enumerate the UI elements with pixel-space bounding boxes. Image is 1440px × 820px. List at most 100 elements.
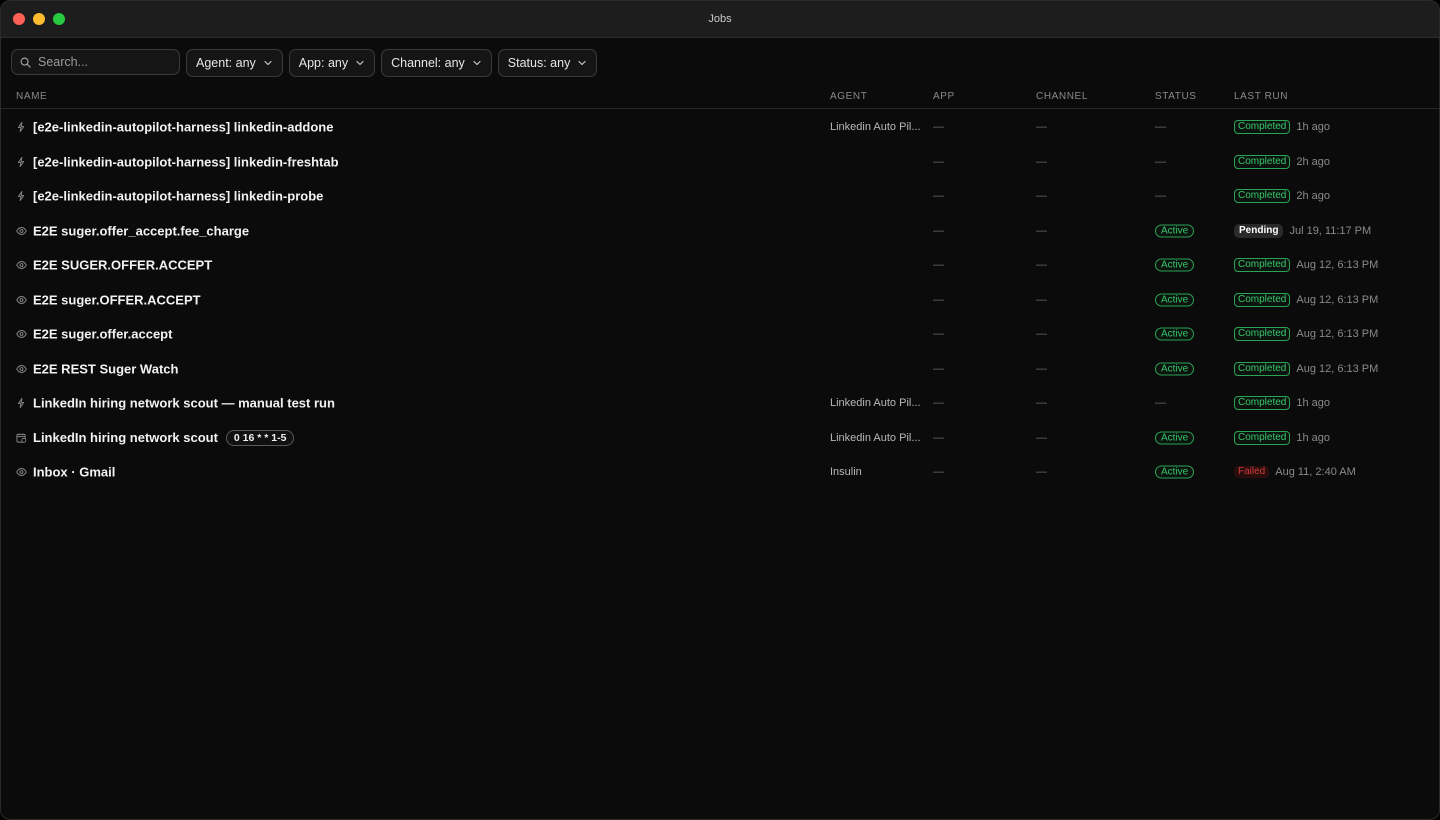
app-cell: — <box>933 293 944 306</box>
cron-schedule-badge: 0 16 * * 1-5 <box>225 429 295 446</box>
status-badge-active: Active <box>1155 224 1195 238</box>
run-result-badge: Completed <box>1234 430 1291 445</box>
job-name-cell: [e2e-linkedin-autopilot-harness] linkedi… <box>33 154 339 169</box>
status-badge-active: Active <box>1155 362 1195 376</box>
chevron-down-icon <box>473 60 481 66</box>
status-filter-dropdown[interactable]: Status: any <box>497 49 598 77</box>
channel-cell: — <box>1036 431 1047 444</box>
agent-cell: Linkedin Auto Pil... <box>830 121 921 134</box>
maximize-window-button[interactable] <box>53 13 65 25</box>
app-cell: — <box>933 466 944 479</box>
agent-filter-label: Agent: any <box>196 56 256 70</box>
channel-filter-label: Channel: any <box>391 56 465 70</box>
bolt-icon <box>17 122 25 133</box>
table-row[interactable]: LinkedIn hiring network scout — manual t… <box>1 386 1439 421</box>
run-result-badge: Completed <box>1234 189 1291 204</box>
job-name-cell: [e2e-linkedin-autopilot-harness] linkedi… <box>33 120 333 135</box>
eye-icon <box>16 364 27 373</box>
table-row[interactable]: E2E suger.OFFER.ACCEPT — — Active Completed A… <box>1 283 1439 318</box>
column-header-last-run[interactable]: LAST RUN <box>1234 91 1288 102</box>
last-run-time: Jul 19, 11:17 PM <box>1289 224 1372 237</box>
run-result-badge: Completed <box>1234 120 1291 135</box>
column-header-app[interactable]: APP <box>933 91 955 102</box>
app-cell: — <box>933 328 944 341</box>
search-icon <box>20 57 31 68</box>
status-cell: Active <box>1155 293 1195 307</box>
status-badge-active: Active <box>1155 293 1195 307</box>
channel-cell: — <box>1036 259 1047 272</box>
table-row[interactable]: E2E suger.offer_accept.fee_charge — — Activ… <box>1 214 1439 249</box>
search-input[interactable] <box>38 55 158 69</box>
channel-cell: — <box>1036 397 1047 410</box>
app-cell: — <box>933 259 944 272</box>
last-run-time: 1h ago <box>1296 121 1331 134</box>
table-row[interactable]: E2E REST Suger Watch — — Active Completed Aug… <box>1 352 1439 387</box>
app-cell: — <box>933 224 944 237</box>
job-name-cell: LinkedIn hiring network scout 0 16 * * 1-… <box>33 429 295 446</box>
app-filter-label: App: any <box>298 56 349 70</box>
table-row[interactable]: E2E suger.offer.accept — — Active Completed A… <box>1 317 1439 352</box>
status-cell: Active <box>1155 465 1195 479</box>
chevron-down-icon <box>578 60 586 66</box>
column-header-name[interactable]: NAME <box>16 91 47 102</box>
last-run-time: Aug 11, 2:40 AM <box>1275 466 1356 479</box>
eye-icon <box>16 226 27 235</box>
status-badge-active: Active <box>1155 327 1195 341</box>
job-name: E2E SUGER.OFFER.ACCEPT <box>33 257 213 273</box>
close-window-button[interactable] <box>13 13 25 25</box>
job-name: LinkedIn hiring network scout <box>33 430 218 446</box>
run-result-badge: Completed <box>1234 154 1291 169</box>
agent-cell: Linkedin Auto Pil... <box>830 397 921 410</box>
app-cell: — <box>933 397 944 410</box>
eye-icon <box>16 330 27 339</box>
run-result-badge: Completed <box>1234 327 1291 342</box>
last-run-cell: Completed 1h ago <box>1234 396 1331 411</box>
job-name: E2E suger.offer_accept.fee_charge <box>33 223 250 239</box>
bolt-icon <box>17 191 25 202</box>
job-name-cell: LinkedIn hiring network scout — manual t… <box>33 396 335 411</box>
agent-cell: Linkedin Auto Pil... <box>830 431 921 444</box>
column-header-channel[interactable]: CHANNEL <box>1036 91 1088 102</box>
channel-cell: — <box>1036 362 1047 375</box>
column-header-status[interactable]: STATUS <box>1155 91 1197 102</box>
job-name-cell: E2E REST Suger Watch <box>33 361 178 376</box>
agent-filter-dropdown[interactable]: Agent: any <box>186 49 283 77</box>
status-cell: Active <box>1155 258 1195 272</box>
status-badge-active: Active <box>1155 258 1195 272</box>
last-run-time: 1h ago <box>1296 397 1331 410</box>
job-name-cell: E2E suger.offer_accept.fee_charge <box>33 223 249 238</box>
run-result-badge: Completed <box>1234 396 1291 411</box>
bolt-icon <box>17 156 25 167</box>
last-run-time: Aug 12, 6:13 PM <box>1296 259 1379 272</box>
last-run-cell: Completed 1h ago <box>1234 430 1330 445</box>
table-row[interactable]: LinkedIn hiring network scout 0 16 * * 1-… <box>1 421 1439 456</box>
channel-filter-dropdown[interactable]: Channel: any <box>381 49 492 77</box>
job-name: Inbox · Gmail <box>33 464 116 480</box>
app-filter-dropdown[interactable]: App: any <box>288 49 376 77</box>
status-filter-label: Status: any <box>507 56 571 70</box>
job-name-cell: E2E suger.OFFER.ACCEPT <box>33 292 201 307</box>
chevron-down-icon <box>264 60 272 66</box>
table-row[interactable]: [e2e-linkedin-autopilot-harness] linkedi… <box>1 179 1439 214</box>
eye-icon <box>16 468 27 477</box>
bolt-icon <box>17 398 25 409</box>
table-row[interactable]: [e2e-linkedin-autopilot-harness] linkedi… <box>1 145 1439 180</box>
jobs-table-body: [e2e-linkedin-autopilot-harness] linkedi… <box>1 110 1439 490</box>
table-row[interactable]: [e2e-linkedin-autopilot-harness] linkedi… <box>1 110 1439 145</box>
status-cell: Active <box>1155 224 1195 238</box>
column-header-agent[interactable]: AGENT <box>830 91 867 102</box>
last-run-cell: Failed Aug 11, 2:40 AM <box>1234 466 1356 479</box>
search-box[interactable] <box>11 49 180 75</box>
table-header: NAME AGENT APP CHANNEL STATUS LAST RUN <box>1 89 1439 109</box>
table-row[interactable]: E2E SUGER.OFFER.ACCEPT — — Active Completed A… <box>1 248 1439 283</box>
chevron-down-icon <box>356 60 364 66</box>
app-window: Jobs Agent: any App: any Channel: any St… <box>0 0 1440 820</box>
job-name: E2E REST Suger Watch <box>33 361 179 377</box>
last-run-cell: Completed Aug 12, 6:13 PM <box>1234 327 1378 342</box>
agent-cell: Insulin <box>830 466 862 479</box>
last-run-time: 2h ago <box>1296 155 1331 168</box>
minimize-window-button[interactable] <box>33 13 45 25</box>
job-name: E2E suger.OFFER.ACCEPT <box>33 292 201 308</box>
channel-cell: — <box>1036 155 1047 168</box>
table-row[interactable]: Inbox · Gmail Insulin — — Active Failed Aug 11… <box>1 455 1439 490</box>
